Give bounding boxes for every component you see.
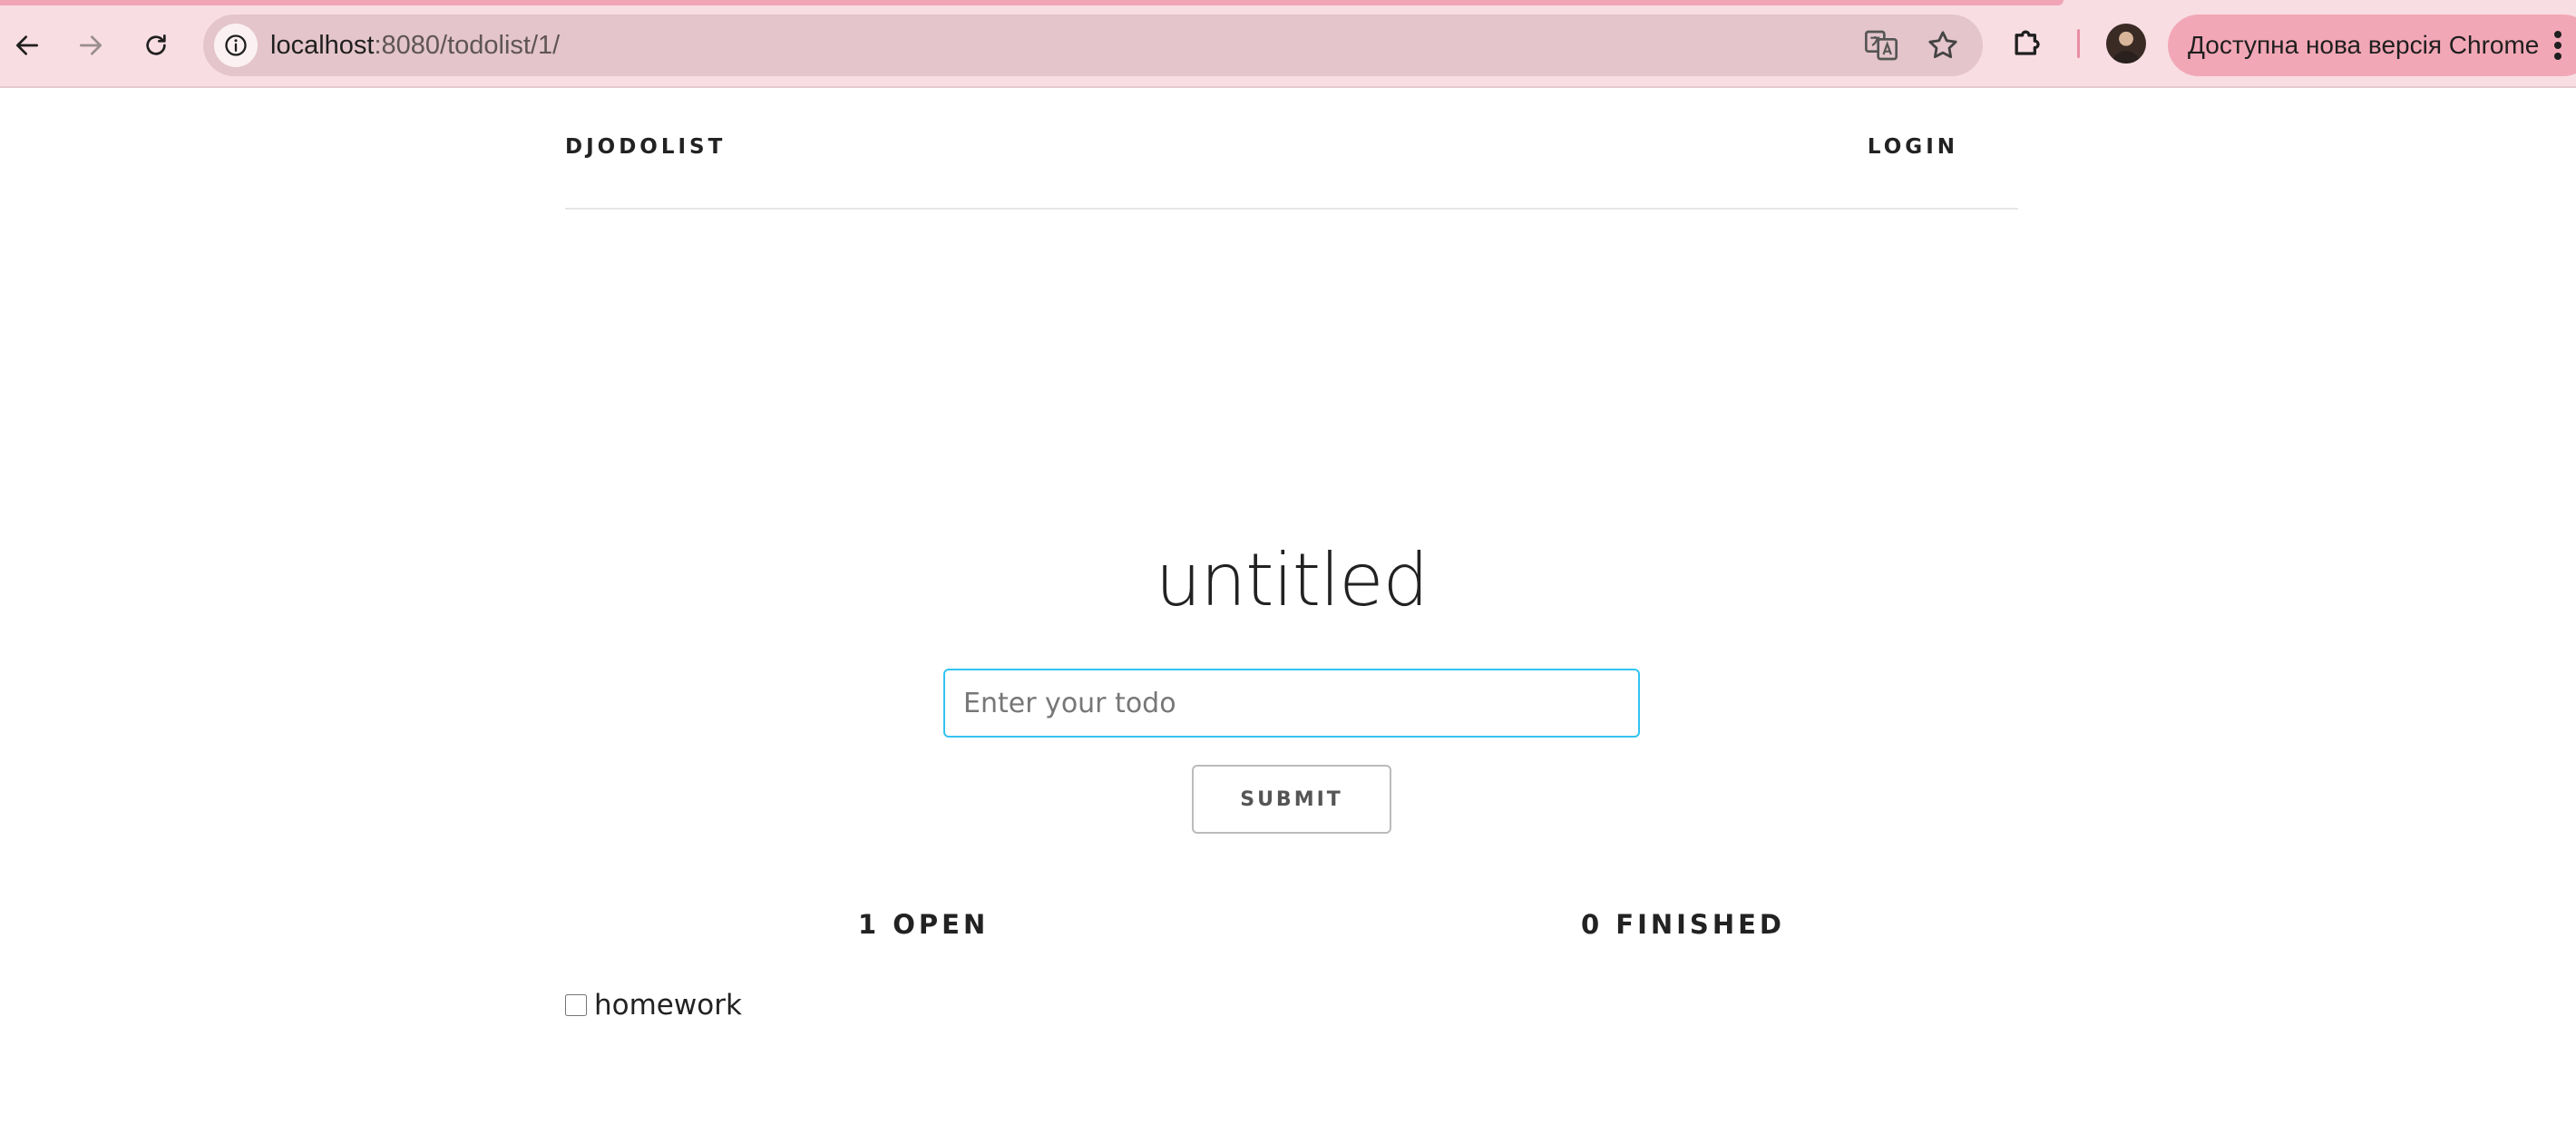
finished-count-heading: 0 FINISHED bbox=[1581, 909, 1785, 940]
open-count-heading: 1 OPEN bbox=[858, 909, 990, 940]
url-host: localhost bbox=[270, 31, 375, 60]
site-info-button[interactable] bbox=[214, 24, 258, 67]
url-text[interactable]: localhost:8080/todolist/1/ bbox=[270, 15, 560, 76]
profile-avatar[interactable] bbox=[2106, 24, 2146, 64]
login-link[interactable]: LOGIN bbox=[1868, 135, 1958, 159]
kebab-menu-icon[interactable] bbox=[2552, 29, 2563, 62]
list-title: untitled bbox=[1155, 538, 1429, 622]
arrow-right-icon bbox=[80, 35, 102, 55]
arrow-left-icon bbox=[16, 35, 38, 55]
forward-button[interactable] bbox=[65, 20, 116, 71]
bookmark-star-icon[interactable] bbox=[1925, 27, 1961, 64]
site-header: DJODOLIST LOGIN bbox=[565, 88, 2018, 210]
chrome-update-button[interactable]: Доступна нова версія Chrome bbox=[2168, 15, 2576, 76]
browser-toolbar: localhost:8080/todolist/1/ Доступна нова… bbox=[0, 0, 2576, 88]
reload-icon bbox=[146, 34, 166, 55]
reload-button[interactable] bbox=[131, 20, 181, 71]
address-bar[interactable]: localhost:8080/todolist/1/ bbox=[203, 15, 1983, 76]
update-label: Доступна нова версія Chrome bbox=[2188, 31, 2540, 59]
tab-strip-accent bbox=[0, 0, 2064, 5]
submit-button[interactable]: SUBMIT bbox=[1192, 765, 1391, 834]
translate-icon[interactable] bbox=[1863, 27, 1899, 64]
extensions-puzzle-icon[interactable] bbox=[2008, 24, 2048, 64]
list-item[interactable]: homework bbox=[565, 987, 742, 1023]
todo-checkbox[interactable] bbox=[565, 994, 587, 1016]
url-path: :8080/todolist/1/ bbox=[374, 31, 561, 60]
todo-input[interactable] bbox=[943, 669, 1640, 738]
brand-link[interactable]: DJODOLIST bbox=[565, 135, 726, 159]
todo-label: homework bbox=[594, 989, 742, 1022]
info-icon bbox=[225, 34, 247, 56]
toolbar-divider bbox=[2077, 29, 2080, 58]
back-button[interactable] bbox=[2, 20, 53, 71]
